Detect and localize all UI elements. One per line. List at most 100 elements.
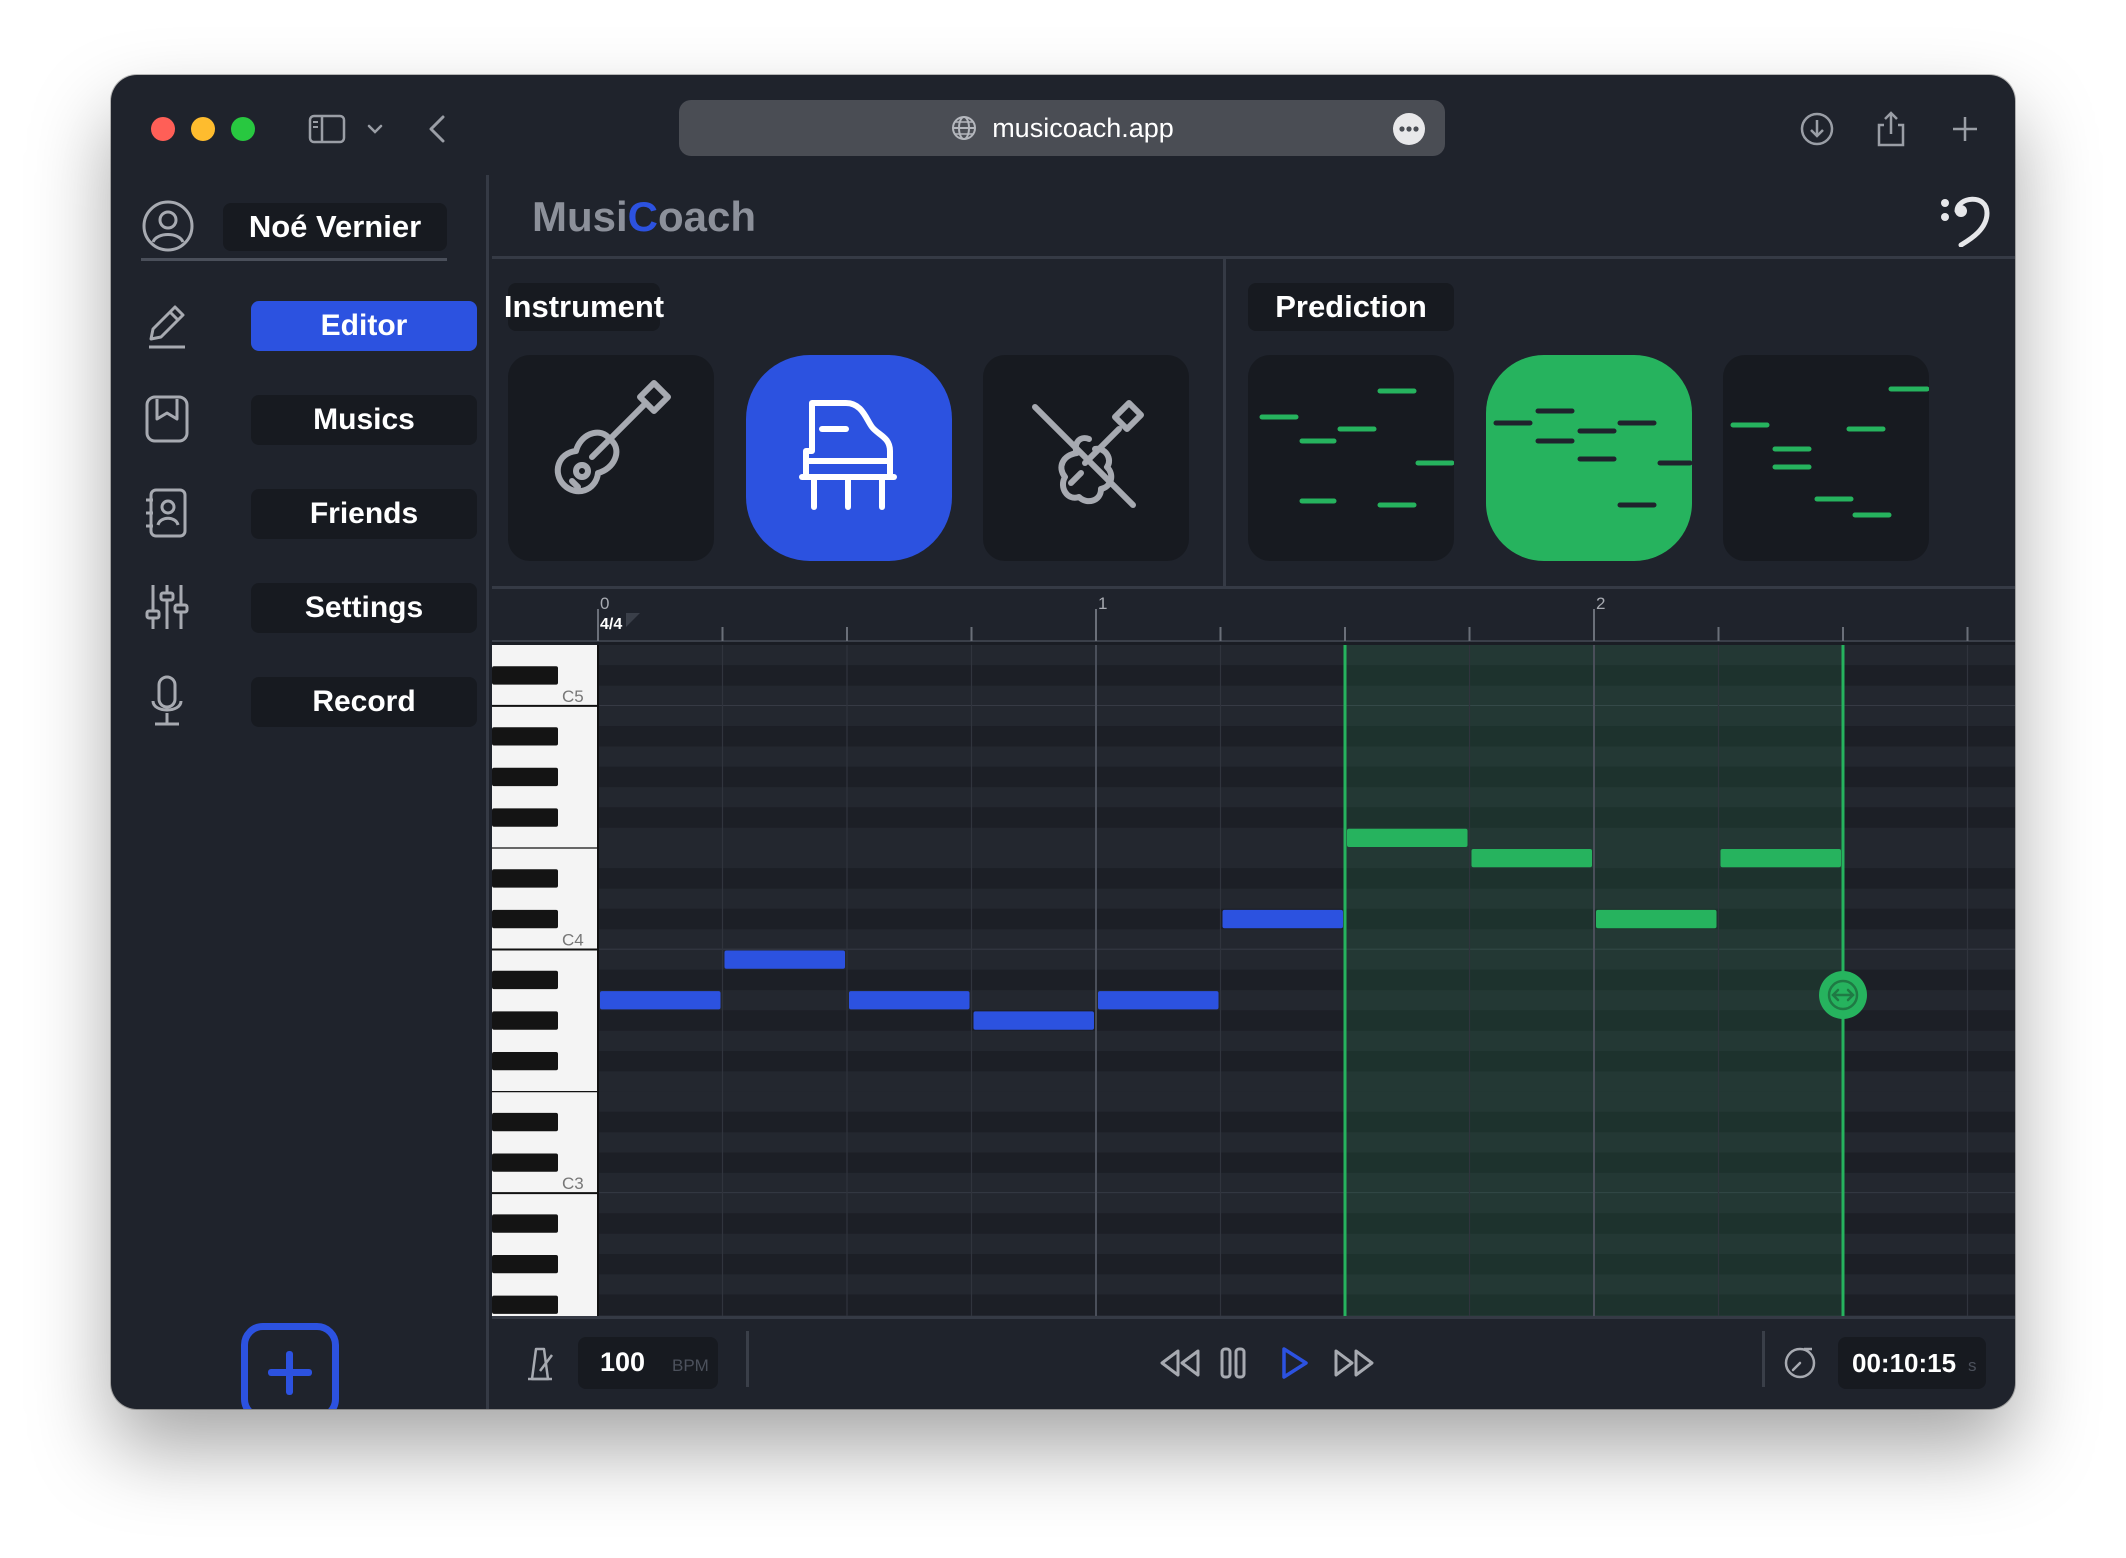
url-text: musicoach.app	[992, 112, 1174, 143]
nav-label-settings[interactable]: Settings	[251, 583, 477, 633]
close-window-button[interactable]	[151, 117, 175, 141]
black-key[interactable]	[492, 869, 558, 888]
nav-item-friends[interactable]: Friends	[141, 488, 477, 539]
user-avatar-icon[interactable]	[141, 199, 195, 253]
instrument-option-violin[interactable]	[983, 355, 1189, 561]
time-display: 00:10:15 s	[1838, 1337, 1986, 1389]
clock-icon[interactable]	[1782, 1345, 1818, 1381]
sliders-icon	[145, 585, 189, 629]
address-bar[interactable]: musicoach.app	[679, 100, 1445, 156]
music-book-icon	[145, 395, 189, 443]
share-icon[interactable]	[1871, 109, 1911, 149]
nav-item-settings[interactable]: Settings	[141, 583, 477, 633]
nav-label-record[interactable]: Record	[251, 677, 477, 727]
pause-icon[interactable]	[1218, 1343, 1248, 1383]
back-arrow-icon[interactable]	[423, 109, 453, 149]
more-options-icon[interactable]	[1393, 113, 1425, 145]
ruler-background	[492, 589, 2015, 641]
maximize-window-button[interactable]	[231, 117, 255, 141]
chevron-down-icon[interactable]	[363, 109, 387, 149]
bar-number-label: 0	[600, 594, 609, 613]
browser-toolbar: musicoach.app	[111, 75, 2015, 175]
microphone-icon	[151, 675, 183, 726]
predicted-note[interactable]	[1471, 849, 1593, 868]
octave-label: C4	[562, 931, 584, 950]
bpm-unit: BPM	[672, 1356, 709, 1375]
black-key[interactable]	[492, 727, 558, 746]
rewind-icon[interactable]	[1158, 1343, 1202, 1383]
user-note[interactable]	[973, 1011, 1095, 1030]
black-key[interactable]	[492, 1295, 558, 1314]
user-name[interactable]: Noé Vernier	[223, 203, 447, 251]
nav-label-editor[interactable]: Editor	[251, 301, 477, 351]
fast-forward-icon[interactable]	[1332, 1343, 1376, 1383]
black-key[interactable]	[492, 1112, 558, 1132]
instrument-option-piano[interactable]	[746, 355, 952, 561]
sidebar: Noé Vernier Editor Musics Friends Settin…	[111, 175, 489, 1409]
predicted-note[interactable]	[1596, 909, 1717, 929]
bass-clef-icon[interactable]	[1939, 189, 1995, 247]
black-key[interactable]	[492, 909, 558, 929]
piano-keyboard[interactable]: C5 C4 C3	[492, 645, 599, 1316]
new-tab-icon[interactable]	[1945, 109, 1985, 149]
black-key[interactable]	[492, 808, 558, 827]
sidebar-toggle-icon[interactable]	[307, 109, 347, 149]
prediction-pattern-3-icon	[1730, 386, 1929, 518]
black-key[interactable]	[492, 1214, 558, 1233]
user-note[interactable]	[1098, 991, 1219, 1010]
nav-item-record[interactable]: Record	[141, 675, 477, 727]
prediction-option-2[interactable]	[1486, 355, 1692, 561]
predicted-note[interactable]	[1347, 828, 1468, 847]
instrument-header: Instrument	[504, 283, 664, 331]
user-profile[interactable]: Noé Vernier	[141, 191, 447, 261]
black-key[interactable]	[492, 1052, 558, 1071]
violin-icon	[1032, 400, 1144, 508]
transport-separator	[746, 1331, 749, 1387]
user-note[interactable]	[849, 991, 970, 1010]
pencil-icon	[149, 305, 185, 349]
nav-item-editor[interactable]: Editor	[141, 301, 477, 351]
octave-label: C3	[562, 1174, 584, 1193]
piano-roll-canvas[interactable]: 0 1 2 4/4 C5 C4 C3	[492, 589, 2015, 1316]
user-note[interactable]	[600, 991, 721, 1010]
prediction-option-3[interactable]	[1723, 355, 1929, 561]
black-key[interactable]	[492, 1011, 558, 1030]
user-note[interactable]	[724, 950, 846, 969]
transport-separator	[1762, 1331, 1765, 1387]
piano-icon	[799, 400, 897, 510]
minimize-window-button[interactable]	[191, 117, 215, 141]
black-key[interactable]	[492, 666, 558, 685]
prediction-pattern-1-icon	[1259, 388, 1454, 508]
time-signature: 4/4	[600, 616, 622, 633]
app-header: MusiCoach	[492, 175, 2015, 259]
main-panel: MusiCoach Instrument Prediction 0 1 2 4/…	[492, 175, 2015, 1409]
instrument-option-guitar[interactable]	[508, 355, 714, 561]
time-unit: s	[1968, 1356, 1977, 1375]
download-icon[interactable]	[1797, 109, 1837, 149]
predicted-note[interactable]	[1720, 849, 1842, 868]
bar-number-label: 2	[1596, 594, 1605, 613]
octave-label: C5	[562, 687, 584, 706]
guitar-icon	[554, 380, 671, 495]
piano-roll[interactable]: 0 1 2 4/4 C5 C4 C3	[492, 589, 2015, 1316]
prediction-pattern-2-icon	[1493, 408, 1692, 508]
prediction-option-1[interactable]	[1248, 355, 1454, 561]
bpm-value: 100	[600, 1347, 646, 1377]
add-button[interactable]	[241, 1323, 339, 1409]
transport-bar: 100 BPM 00:10:15 s	[492, 1316, 2015, 1409]
black-key[interactable]	[492, 767, 558, 787]
nav-label-friends[interactable]: Friends	[251, 489, 477, 539]
bpm-field[interactable]: 100 BPM	[578, 1337, 718, 1389]
timeline-ruler: 0 1 2	[492, 589, 2015, 642]
black-key[interactable]	[492, 1153, 558, 1172]
bar-number-label: 1	[1098, 594, 1107, 613]
browser-window: musicoach.app Noé Vernier Editor Musics …	[111, 75, 2015, 1409]
nav-item-musics[interactable]: Musics	[141, 395, 477, 445]
prediction-resize-handle[interactable]	[1819, 971, 1867, 1019]
play-icon[interactable]	[1276, 1343, 1312, 1383]
metronome-icon[interactable]	[522, 1343, 558, 1383]
nav-label-musics[interactable]: Musics	[251, 395, 477, 445]
user-note[interactable]	[1222, 909, 1344, 929]
black-key[interactable]	[492, 1255, 558, 1274]
black-key[interactable]	[492, 970, 558, 990]
